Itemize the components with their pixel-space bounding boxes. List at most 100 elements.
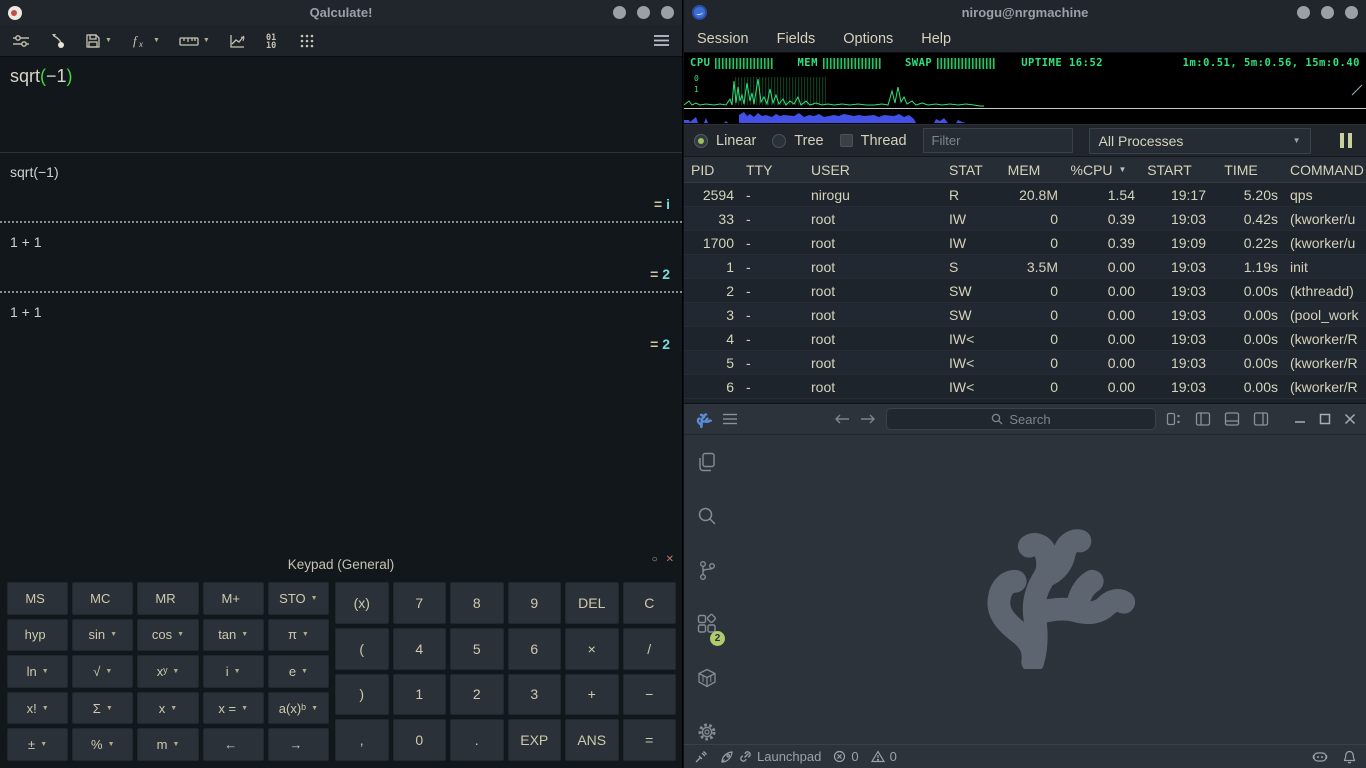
linear-label[interactable]: Linear	[716, 133, 756, 149]
keypad-button[interactable]: ln▼	[7, 655, 68, 688]
column-header[interactable]: MEM	[994, 162, 1060, 178]
toggle-bottom-dock-icon[interactable]	[1224, 411, 1240, 427]
keypad-button[interactable]: %▼	[72, 728, 133, 761]
keypad-button[interactable]: 8	[450, 582, 504, 624]
keypad-button[interactable]: 0	[393, 719, 447, 761]
keypad-detach-icon[interactable]: ○	[652, 554, 658, 565]
units-dropdown-arrow[interactable]: ▼	[203, 37, 210, 44]
column-header[interactable]: STAT	[939, 162, 994, 178]
minimize-button[interactable]	[1297, 6, 1310, 19]
process-row[interactable]: 1 - root S 3.5M 0.00 19:03 1.19s init	[684, 255, 1366, 279]
keypad-button[interactable]: x =▼	[203, 692, 264, 725]
history-entry[interactable]: 1 + 1 = 2	[0, 223, 682, 293]
column-header[interactable]: START	[1137, 162, 1208, 178]
keypad-button[interactable]: x!▼	[7, 692, 68, 725]
close-button[interactable]	[1344, 413, 1356, 425]
layout-grid-icon[interactable]	[1166, 411, 1182, 427]
save-icon[interactable]: ▼	[85, 33, 112, 49]
keypad-button[interactable]: +	[565, 674, 619, 716]
process-row[interactable]: 4 - root IW< 0 0.00 19:03 0.00s (kworker…	[684, 327, 1366, 351]
keypad-button[interactable]: Σ▼	[72, 692, 133, 725]
bases-icon[interactable]: 0110	[265, 32, 280, 50]
close-button[interactable]	[661, 6, 674, 19]
files-icon[interactable]	[696, 451, 718, 478]
keypad-button[interactable]: )	[335, 674, 389, 716]
keypad-button[interactable]: M+	[203, 582, 264, 615]
keypad-button[interactable]: −	[623, 674, 677, 716]
zed-logo-icon[interactable]	[694, 411, 712, 428]
keypad-icon[interactable]	[299, 33, 315, 49]
keypad-button[interactable]: /	[623, 628, 677, 670]
history-entry[interactable]: 1 + 1 = 2	[0, 293, 682, 361]
project-indicator[interactable]: Launchpad	[720, 749, 821, 764]
keypad-button[interactable]: e▼	[268, 655, 329, 688]
keypad-button[interactable]: 4	[393, 628, 447, 670]
keypad-button[interactable]: 6	[508, 628, 562, 670]
settings-gear-icon[interactable]	[696, 721, 718, 748]
extensions-icon[interactable]: 2	[696, 613, 718, 640]
error-counter[interactable]: 0 0	[833, 749, 896, 764]
keypad-button[interactable]: sin▼	[72, 619, 133, 652]
package-box-icon[interactable]	[696, 667, 718, 694]
convert-icon[interactable]	[49, 32, 66, 49]
maximize-button[interactable]	[1319, 413, 1331, 425]
process-row[interactable]: 2 - root SW 0 0.00 19:03 0.00s (kthreadd…	[684, 279, 1366, 303]
toggle-left-dock-icon[interactable]	[1195, 411, 1211, 427]
keypad-button[interactable]: hyp	[7, 619, 68, 652]
app-menu-icon[interactable]	[722, 413, 738, 425]
nav-back-icon[interactable]	[834, 413, 850, 425]
keypad-button[interactable]: xʸ▼	[137, 655, 198, 688]
filter-input[interactable]	[923, 128, 1073, 153]
keypad-button[interactable]: ANS	[565, 719, 619, 761]
units-icon[interactable]: ▼	[179, 34, 210, 48]
keypad-button[interactable]: ,	[335, 719, 389, 761]
menu-item[interactable]: Fields	[777, 31, 816, 47]
keypad-button[interactable]: cos▼	[137, 619, 198, 652]
save-dropdown-arrow[interactable]: ▼	[105, 37, 112, 44]
plug-off-icon[interactable]	[694, 750, 708, 764]
keypad-button[interactable]: i▼	[203, 655, 264, 688]
column-header[interactable]: USER	[801, 162, 939, 178]
toggle-right-dock-icon[interactable]	[1253, 411, 1269, 427]
git-branch-icon[interactable]	[697, 559, 717, 586]
minimize-button[interactable]	[1294, 413, 1306, 425]
keypad-button[interactable]: m▼	[137, 728, 198, 761]
mode-icon[interactable]	[12, 33, 30, 49]
keypad-button[interactable]: STO▼	[268, 582, 329, 615]
functions-icon[interactable]: fx ▼	[131, 33, 160, 49]
history-entry[interactable]: sqrt(−1) = i	[0, 153, 682, 223]
maximize-button[interactable]	[637, 6, 650, 19]
menu-icon[interactable]	[653, 34, 670, 47]
copilot-icon[interactable]	[1312, 750, 1328, 764]
keypad-button[interactable]: DEL	[565, 582, 619, 624]
process-row[interactable]: 3 - root SW 0 0.00 19:03 0.00s (pool_wor…	[684, 303, 1366, 327]
keypad-button[interactable]: 9	[508, 582, 562, 624]
thread-checkbox[interactable]	[840, 134, 853, 147]
keypad-close-icon[interactable]: ✕	[666, 554, 674, 565]
column-header[interactable]: PID	[684, 162, 736, 178]
menu-item[interactable]: Help	[921, 31, 951, 47]
functions-dropdown-arrow[interactable]: ▼	[153, 37, 160, 44]
keypad-button[interactable]: =	[623, 719, 677, 761]
thread-label[interactable]: Thread	[861, 133, 907, 149]
process-row[interactable]: 6 - root IW< 0 0.00 19:03 0.00s (kworker…	[684, 375, 1366, 399]
search-icon[interactable]	[696, 505, 718, 532]
keypad-button[interactable]: √▼	[72, 655, 133, 688]
process-row[interactable]: 33 - root IW 0 0.39 19:03 0.42s (kworker…	[684, 207, 1366, 231]
zed-empty-workspace[interactable]	[730, 435, 1366, 744]
minimize-button[interactable]	[613, 6, 626, 19]
process-row[interactable]: 2594 - nirogu R 20.8M 1.54 19:17 5.20s q…	[684, 183, 1366, 207]
keypad-button[interactable]: x▼	[137, 692, 198, 725]
keypad-button[interactable]: (x)	[335, 582, 389, 624]
keypad-button[interactable]: MS	[7, 582, 68, 615]
keypad-button[interactable]: C	[623, 582, 677, 624]
keypad-button[interactable]: ±▼	[7, 728, 68, 761]
plot-icon[interactable]	[229, 33, 246, 49]
column-header[interactable]: COMMAND	[1280, 162, 1366, 178]
menu-item[interactable]: Options	[843, 31, 893, 47]
keypad-button[interactable]: MC	[72, 582, 133, 615]
tree-label[interactable]: Tree	[794, 133, 823, 149]
keypad-button[interactable]: 5	[450, 628, 504, 670]
search-input[interactable]: Search	[886, 408, 1156, 430]
keypad-button[interactable]: a(x)ᵇ▼	[268, 692, 329, 725]
